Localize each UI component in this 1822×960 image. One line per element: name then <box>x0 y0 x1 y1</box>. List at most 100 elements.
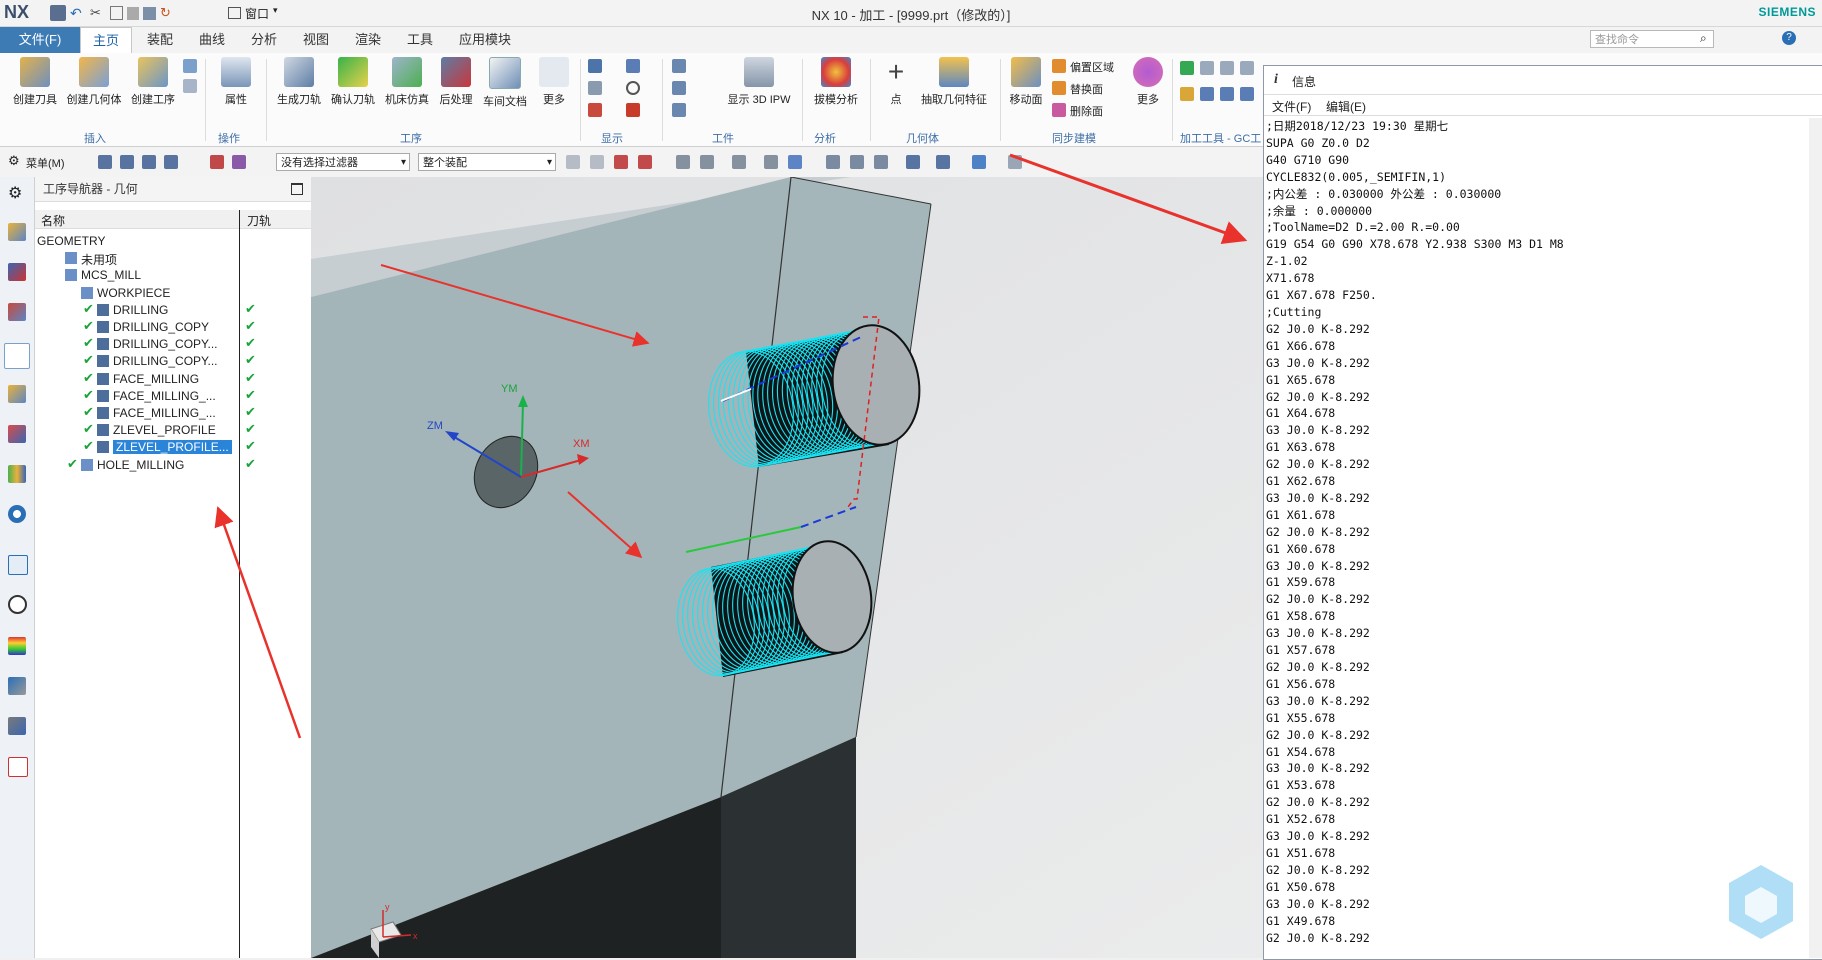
machine-simulation-button[interactable]: 机床仿真 <box>382 57 432 107</box>
machine-navigator-icon[interactable] <box>8 385 26 403</box>
snap-icon[interactable] <box>590 155 604 169</box>
selection-icon[interactable] <box>164 155 178 169</box>
small-insert-icon[interactable] <box>183 79 197 93</box>
part-navigator-icon[interactable] <box>8 303 26 321</box>
view-icon[interactable] <box>850 155 864 169</box>
postprocess-button[interactable]: 后处理 <box>434 57 478 107</box>
navigator-row[interactable]: ✔ DRILLING ✔ <box>35 301 311 320</box>
workpiece-icon[interactable] <box>672 59 686 73</box>
menu-gear-icon[interactable]: ⚙ <box>8 153 20 169</box>
offset-region-label[interactable]: 偏置区域 <box>1070 59 1114 75</box>
selection-icon[interactable] <box>142 155 156 169</box>
display-curve-icon[interactable] <box>626 103 640 117</box>
view-icon[interactable] <box>1008 155 1022 169</box>
offset-region-icon[interactable] <box>1052 59 1066 73</box>
column-toolpath[interactable]: 刀轨 <box>247 212 271 229</box>
snap-icon[interactable] <box>700 155 714 169</box>
snap-icon[interactable] <box>764 155 778 169</box>
small-insert-icon[interactable] <box>183 59 197 73</box>
column-name[interactable]: 名称 <box>41 212 65 229</box>
system-materials-icon[interactable] <box>8 717 26 735</box>
display-toggle-icon[interactable] <box>626 59 640 73</box>
tab-tools[interactable]: 工具 <box>398 27 442 53</box>
command-search-input[interactable]: 查找命令 <box>1590 30 1714 48</box>
tab-analysis[interactable]: 分析 <box>242 27 286 53</box>
assembly-navigator-icon[interactable] <box>8 223 26 241</box>
navigator-row[interactable]: ✔ FACE_MILLING_... ✔ <box>35 387 311 406</box>
view-icon[interactable] <box>936 155 950 169</box>
roles-icon[interactable] <box>8 677 26 695</box>
report-icon[interactable] <box>8 757 28 777</box>
navigator-row[interactable]: 未用项 <box>35 249 311 268</box>
verify-toolpath-button[interactable]: 确认刀轨 <box>328 57 378 107</box>
search-icon[interactable]: ⌕ <box>1700 31 1707 46</box>
navigator-row[interactable]: GEOMETRY <box>35 232 311 251</box>
view-filter-icon[interactable] <box>210 155 224 169</box>
tab-render[interactable]: 渲染 <box>346 27 390 53</box>
main-menu-button[interactable]: 菜单(M) <box>26 155 65 171</box>
view-filter-icon[interactable] <box>232 155 246 169</box>
navigator-row[interactable]: WORKPIECE <box>35 284 311 303</box>
show-3d-ipw-button[interactable]: 显示 3D IPW <box>724 57 794 107</box>
view-icon[interactable] <box>972 155 986 169</box>
navigator-row[interactable]: ✔ FACE_MILLING ✔ <box>35 370 311 389</box>
help-icon[interactable]: ? <box>1782 31 1796 45</box>
display-toggle-icon[interactable] <box>588 59 602 73</box>
info-text-area[interactable]: ;日期2018/12/23 19:30 星期七 SUPA G0 Z0.0 D2 G4… <box>1266 118 1806 958</box>
info-edit-menu[interactable]: 编辑(E) <box>1326 98 1366 115</box>
more-sync-button[interactable]: 更多 <box>1130 57 1166 107</box>
workpiece-icon[interactable] <box>672 103 686 117</box>
workpiece-icon[interactable] <box>672 81 686 95</box>
navigator-row[interactable]: ✔ ZLEVEL_PROFILE ✔ <box>35 421 311 440</box>
shop-docs-button[interactable]: 车间文档 <box>480 57 530 109</box>
hd3d-icon[interactable] <box>8 465 26 483</box>
properties-button[interactable]: 属性 <box>214 57 258 107</box>
type-filter-select[interactable]: 没有选择过滤器 <box>276 153 410 172</box>
info-file-menu[interactable]: 文件(F) <box>1272 98 1311 115</box>
color-palette-icon[interactable] <box>8 637 26 655</box>
gc-tool-icon[interactable] <box>1220 61 1234 75</box>
navigator-row[interactable]: ✔ FACE_MILLING_... ✔ <box>35 404 311 423</box>
maximize-icon[interactable] <box>291 183 303 195</box>
replace-face-icon[interactable] <box>1052 81 1066 95</box>
navigator-row[interactable]: ✔ ZLEVEL_PROFILE... ✔ <box>35 438 311 457</box>
snap-icon[interactable] <box>638 155 652 169</box>
snap-icon[interactable] <box>676 155 690 169</box>
gc-tool-icon[interactable] <box>1200 61 1214 75</box>
tab-application[interactable]: 应用模块 <box>452 27 518 53</box>
delete-face-label[interactable]: 删除面 <box>1070 103 1103 119</box>
create-tool-button[interactable]: 创建刀具 <box>10 57 60 107</box>
history-icon[interactable] <box>8 555 28 575</box>
clock-icon[interactable] <box>8 595 27 614</box>
tab-view[interactable]: 视图 <box>294 27 338 53</box>
view-icon[interactable] <box>826 155 840 169</box>
reuse-library-icon[interactable] <box>8 425 26 443</box>
display-toggle-icon[interactable] <box>588 103 602 117</box>
create-geometry-button[interactable]: 创建几何体 <box>66 57 122 107</box>
delete-face-icon[interactable] <box>1052 103 1066 117</box>
navigator-row[interactable]: ✔ DRILLING_COPY... ✔ <box>35 352 311 371</box>
settings-gear-icon[interactable]: ⚙ <box>8 183 22 203</box>
snap-icon[interactable] <box>566 155 580 169</box>
gc-tool-icon[interactable] <box>1180 61 1194 75</box>
extract-geometry-button[interactable]: 抽取几何特征 <box>916 57 992 107</box>
create-operation-button[interactable]: 创建工序 <box>128 57 178 107</box>
selection-icon[interactable] <box>98 155 112 169</box>
display-point-icon[interactable] <box>626 81 640 95</box>
web-browser-icon[interactable] <box>8 505 26 523</box>
gc-tool-icon[interactable] <box>1200 87 1214 101</box>
navigator-row[interactable]: MCS_MILL <box>35 266 311 285</box>
navigator-row[interactable]: ✔ DRILLING_COPY... ✔ <box>35 335 311 354</box>
view-icon[interactable] <box>874 155 888 169</box>
tab-assembly[interactable]: 装配 <box>138 27 182 53</box>
gc-tool-icon[interactable] <box>1220 87 1234 101</box>
snap-icon[interactable] <box>614 155 628 169</box>
replace-face-label[interactable]: 替换面 <box>1070 81 1103 97</box>
move-face-button[interactable]: 移动面 <box>1006 57 1046 107</box>
display-toggle-icon[interactable] <box>588 81 602 95</box>
tab-curve[interactable]: 曲线 <box>190 27 234 53</box>
snap-icon[interactable] <box>788 155 802 169</box>
gc-tool-icon[interactable] <box>1240 61 1254 75</box>
selection-icon[interactable] <box>120 155 134 169</box>
tab-home[interactable]: 主页 <box>80 27 132 54</box>
